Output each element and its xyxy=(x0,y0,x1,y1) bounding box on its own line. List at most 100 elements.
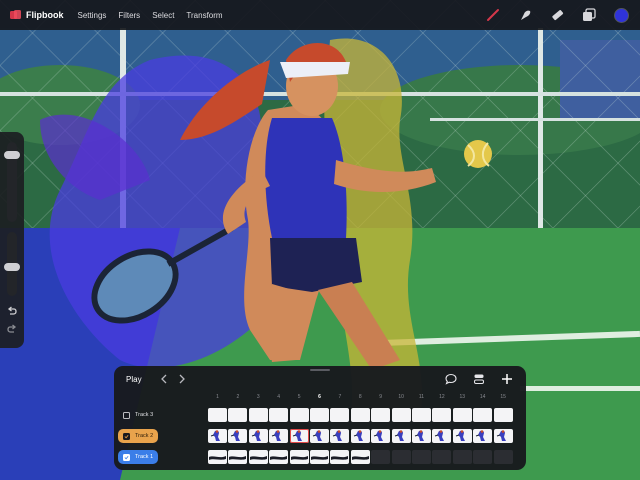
track-2-name: Track 2 xyxy=(135,433,154,439)
frame-cell[interactable] xyxy=(269,408,289,422)
frame-cell[interactable] xyxy=(228,408,248,422)
brush-size-handle[interactable] xyxy=(4,150,20,159)
frame-cell[interactable] xyxy=(330,450,350,464)
frame-cell[interactable] xyxy=(248,450,268,464)
frame-thumbnail xyxy=(229,456,247,460)
frame-cell[interactable] xyxy=(228,429,248,443)
track-3-checkbox[interactable] xyxy=(123,411,130,419)
brush-icon[interactable] xyxy=(484,6,502,24)
redo-icon[interactable] xyxy=(4,322,20,336)
chevron-right-icon[interactable] xyxy=(176,373,188,385)
frame-number[interactable]: 8 xyxy=(351,394,370,400)
frame-cell[interactable] xyxy=(208,450,227,464)
frame-cell[interactable] xyxy=(473,408,493,422)
frame-number[interactable]: 12 xyxy=(432,394,451,400)
frame-cell[interactable] xyxy=(432,408,452,422)
stack-icon[interactable] xyxy=(472,372,486,386)
frame-cell[interactable] xyxy=(452,450,472,464)
track-1-checkbox[interactable] xyxy=(123,453,130,461)
track-2-label[interactable]: Track 2 xyxy=(118,429,159,443)
frame-cell[interactable] xyxy=(412,450,431,464)
eraser-icon[interactable] xyxy=(548,6,566,24)
frame-cell[interactable] xyxy=(350,450,370,464)
timeline-panel: Play 1 2 3 4 5 6 7 8 9 10 11 12 13 14 15 Track 3 Tra xyxy=(114,366,526,470)
frame-cell[interactable] xyxy=(371,408,391,422)
frame-cell[interactable] xyxy=(452,429,472,443)
frame-cell[interactable] xyxy=(330,429,350,443)
frame-number-ruler: 1 2 3 4 5 6 7 8 9 10 11 12 13 14 15 xyxy=(114,394,526,404)
frame-cell[interactable] xyxy=(391,408,411,422)
frame-cell[interactable] xyxy=(228,450,248,464)
color-picker[interactable] xyxy=(612,6,630,24)
frame-number[interactable]: 1 xyxy=(208,394,227,400)
track-3-label[interactable]: Track 3 xyxy=(118,408,158,422)
frame-thumbnail xyxy=(435,430,445,441)
frame-cell[interactable] xyxy=(248,408,268,422)
frame-number[interactable]: 3 xyxy=(249,394,268,400)
frame-cell[interactable] xyxy=(473,450,493,464)
comment-icon[interactable] xyxy=(444,372,458,386)
frame-cell[interactable] xyxy=(452,408,472,422)
frame-cell[interactable] xyxy=(432,450,452,464)
menu-settings[interactable]: Settings xyxy=(78,11,107,20)
frame-cell[interactable] xyxy=(350,408,370,422)
frame-number[interactable]: 13 xyxy=(453,394,472,400)
frame-thumbnail xyxy=(292,430,302,441)
menu-select[interactable]: Select xyxy=(152,11,174,20)
frame-cell[interactable] xyxy=(289,429,309,443)
frame-cell[interactable] xyxy=(432,429,452,443)
frame-thumbnail xyxy=(476,430,486,441)
frame-cell[interactable] xyxy=(310,408,329,422)
frame-cell[interactable] xyxy=(310,429,329,443)
frame-thumbnail xyxy=(331,456,349,460)
play-button[interactable]: Play xyxy=(126,375,142,384)
frame-cell[interactable] xyxy=(269,429,289,443)
frame-number[interactable]: 9 xyxy=(371,394,390,400)
chevron-left-icon[interactable] xyxy=(158,373,170,385)
flipbook-logo-icon xyxy=(10,10,22,20)
frame-cell[interactable] xyxy=(412,429,431,443)
frame-cell[interactable] xyxy=(269,450,289,464)
frame-thumbnail xyxy=(270,456,288,460)
tool-group xyxy=(484,6,630,24)
menu-transform[interactable]: Transform xyxy=(186,11,222,20)
frame-number[interactable]: 7 xyxy=(330,394,349,400)
frame-thumbnail xyxy=(333,430,343,441)
frame-cell[interactable] xyxy=(391,450,411,464)
frame-cell[interactable] xyxy=(350,429,370,443)
frame-cell[interactable] xyxy=(473,429,493,443)
frame-cell[interactable] xyxy=(412,408,431,422)
frame-thumbnail xyxy=(496,430,506,441)
frame-cell[interactable] xyxy=(391,429,411,443)
layers-icon[interactable] xyxy=(580,6,598,24)
frame-cell[interactable] xyxy=(289,450,309,464)
frame-number[interactable]: 2 xyxy=(228,394,247,400)
frame-cell[interactable] xyxy=(208,429,227,443)
frame-cell[interactable] xyxy=(289,408,309,422)
add-icon[interactable] xyxy=(500,372,514,386)
frame-number[interactable]: 11 xyxy=(412,394,431,400)
frame-number[interactable]: 14 xyxy=(473,394,492,400)
frame-number[interactable]: 5 xyxy=(290,394,309,400)
frame-cell[interactable] xyxy=(248,429,268,443)
frame-cell[interactable] xyxy=(371,450,391,464)
frame-cell[interactable] xyxy=(330,408,350,422)
frame-number[interactable]: 15 xyxy=(494,394,513,400)
app-brand[interactable]: Flipbook xyxy=(10,10,64,20)
track-1-label[interactable]: Track 1 xyxy=(118,450,159,464)
frame-cell[interactable] xyxy=(208,408,227,422)
track-2-checkbox[interactable] xyxy=(123,432,130,440)
frame-cell[interactable] xyxy=(493,429,513,443)
brush-opacity-handle[interactable] xyxy=(4,262,20,271)
frame-cell[interactable] xyxy=(493,408,513,422)
undo-icon[interactable] xyxy=(4,304,20,318)
frame-cell[interactable] xyxy=(310,450,329,464)
frame-cell[interactable] xyxy=(371,429,391,443)
frame-cell[interactable] xyxy=(493,450,513,464)
frame-number[interactable]: 4 xyxy=(269,394,288,400)
menu-filters[interactable]: Filters xyxy=(118,11,140,20)
frame-number[interactable]: 10 xyxy=(392,394,411,400)
smudge-icon[interactable] xyxy=(516,6,534,24)
frame-thumbnail xyxy=(290,456,308,460)
frame-number[interactable]: 6 xyxy=(310,394,329,400)
